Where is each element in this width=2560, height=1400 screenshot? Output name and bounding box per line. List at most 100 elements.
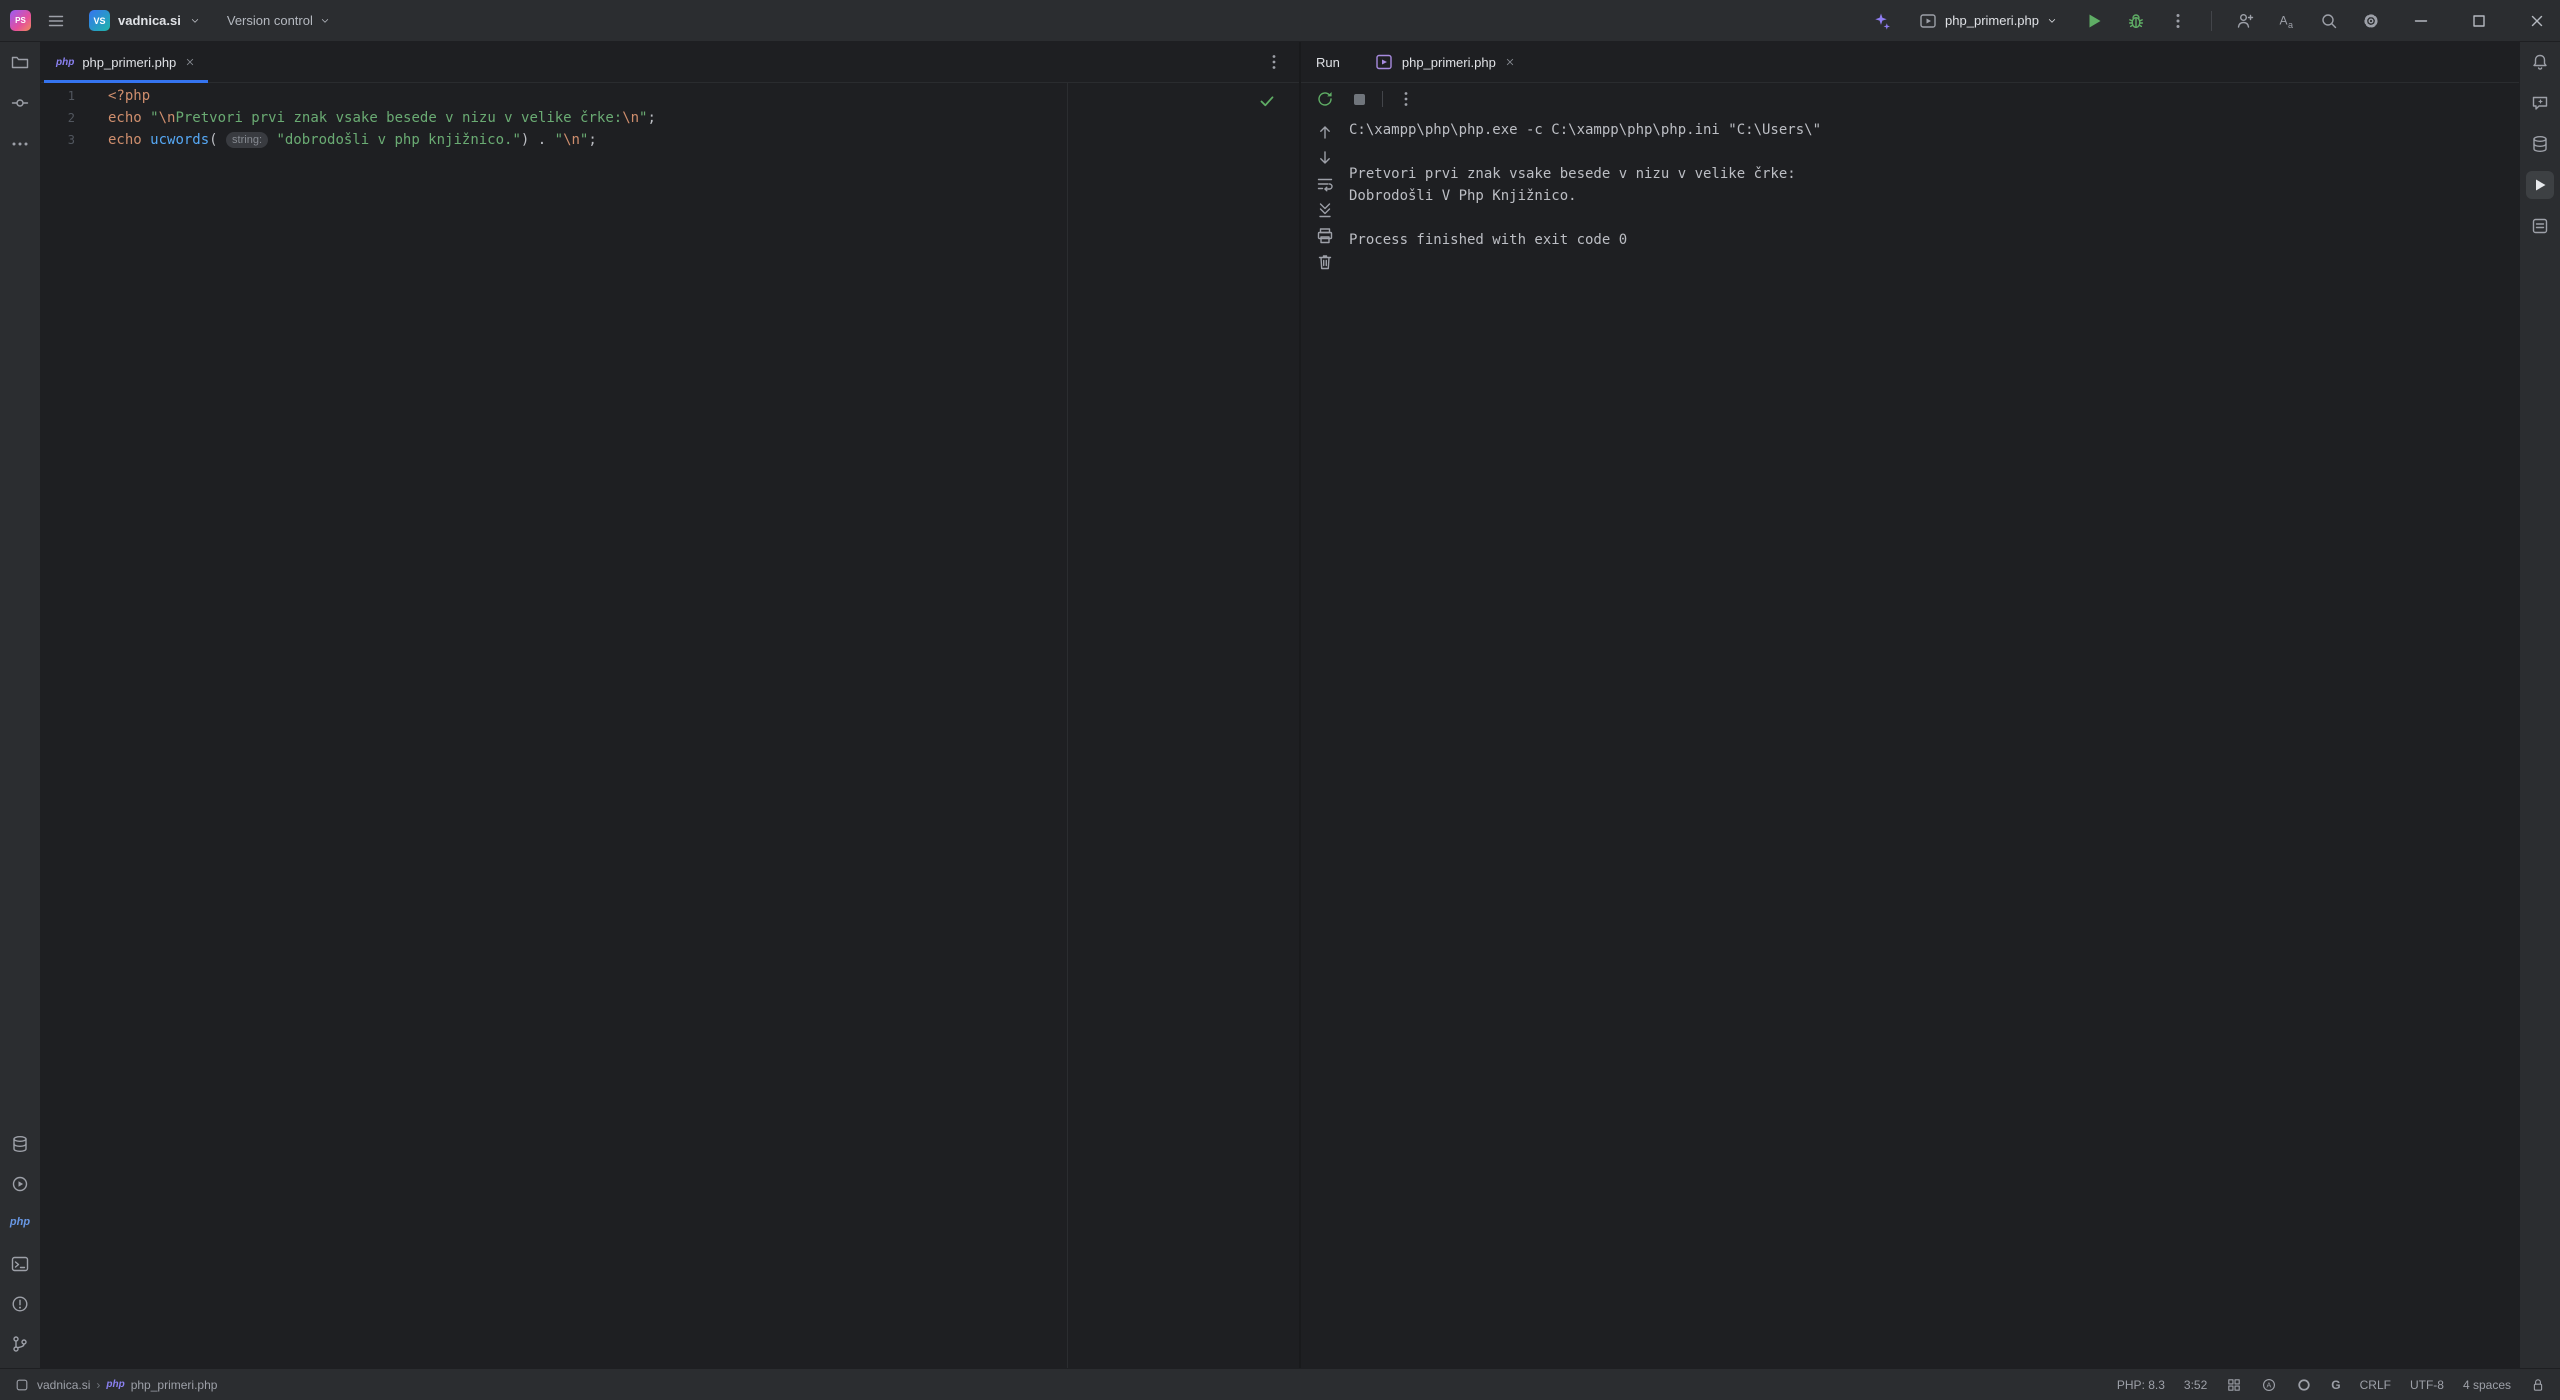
- svg-text:A: A: [2280, 13, 2288, 27]
- problems-toolwindow-button[interactable]: [6, 1290, 34, 1318]
- run-more-options-button[interactable]: [1395, 88, 1417, 110]
- code-editor[interactable]: 123 <?php echo "\nPretvori prvi znak vsak…: [41, 83, 1299, 1368]
- run-config-label: php_primeri.php: [1945, 13, 2039, 28]
- structure-icon: [2532, 218, 2548, 234]
- titlebar-separator: [2211, 10, 2212, 31]
- rerun-button[interactable]: [1314, 88, 1336, 110]
- terminal-toolwindow-button[interactable]: [6, 1250, 34, 1278]
- close-tab-button[interactable]: [184, 56, 196, 68]
- debug-button[interactable]: [2121, 6, 2151, 36]
- donut-icon: [2298, 1378, 2310, 1391]
- chevron-down-icon: [321, 18, 328, 23]
- print-button[interactable]: [1314, 225, 1336, 247]
- php-version-status[interactable]: PHP: 8.3: [2117, 1378, 2165, 1392]
- line-number[interactable]: 3: [41, 129, 108, 151]
- more-tool-windows-button[interactable]: [6, 130, 34, 158]
- ai-assistant-button[interactable]: [1867, 6, 1897, 36]
- git-toolwindow-button[interactable]: [6, 1330, 34, 1358]
- play-icon: [2089, 14, 2101, 27]
- spellcheck-status-button[interactable]: A: [2261, 1377, 2277, 1393]
- encoding-status[interactable]: UTF-8: [2410, 1378, 2444, 1392]
- code-line: <?php: [108, 88, 151, 104]
- database-toolwindow-button-right[interactable]: [2526, 130, 2554, 158]
- commit-icon: [11, 99, 29, 107]
- minimize-icon: [2414, 19, 2428, 22]
- column-grid-status-button[interactable]: [2226, 1377, 2242, 1393]
- kebab-icon: [1404, 92, 1408, 106]
- project-widget[interactable]: VS vadnica.si: [81, 6, 209, 35]
- ai-chat-icon: [2532, 96, 2548, 110]
- rerun-icon: [1318, 92, 1332, 106]
- console-output[interactable]: C:\xampp\php\php.exe -c C:\xampp\php\php…: [1349, 115, 2519, 1368]
- editor-tab-label: php_primeri.php: [82, 54, 177, 70]
- run-body: C:\xampp\php\php.exe -c C:\xampp\php\php…: [1301, 115, 2519, 1368]
- main-menu-button[interactable]: [41, 6, 71, 36]
- ai-assistant-toolwindow-button[interactable]: [2526, 89, 2554, 117]
- chevron-down-icon: [191, 18, 198, 23]
- soft-wrap-button[interactable]: [1314, 173, 1336, 195]
- translate-icon: Aa: [2280, 13, 2294, 30]
- clear-all-button[interactable]: [1314, 251, 1336, 273]
- indent-status[interactable]: 4 spaces: [2463, 1378, 2511, 1392]
- line-separator-status[interactable]: CRLF: [2360, 1378, 2391, 1392]
- run-toolwindow-title[interactable]: Run: [1316, 55, 1340, 70]
- run-header: Run php_primeri.php: [1301, 42, 2519, 83]
- line-number[interactable]: 2: [41, 107, 108, 129]
- close-icon: [2531, 15, 2543, 26]
- editor-tab-php-primeri[interactable]: php php_primeri.php: [44, 42, 209, 83]
- highlighting-level-status-button[interactable]: [2296, 1377, 2312, 1393]
- minimize-button[interactable]: [2398, 0, 2444, 42]
- git-branch-icon: [13, 1336, 27, 1352]
- commit-toolwindow-button[interactable]: [6, 89, 34, 117]
- bell-icon: [2533, 54, 2547, 70]
- line-number[interactable]: 1: [41, 85, 108, 107]
- breadcrumb-separator: ›: [96, 1377, 101, 1392]
- database-icon: [2533, 136, 2547, 152]
- run-tab-php-primeri[interactable]: php_primeri.php: [1362, 42, 1528, 82]
- project-avatar: VS: [89, 10, 110, 31]
- inspections-widget[interactable]: [1257, 91, 1277, 111]
- editor-pane: php php_primeri.php 123 <?php echo "\nPre…: [41, 42, 1301, 1368]
- code-line: echo ucwords( string: "dobrodošli v php …: [108, 132, 597, 148]
- hamburger-icon: [48, 15, 64, 26]
- breadcrumb-file[interactable]: php_primeri.php: [131, 1378, 218, 1392]
- project-toolwindow-button[interactable]: [6, 48, 34, 76]
- vcs-widget[interactable]: Version control: [219, 9, 339, 32]
- cursor-position-status[interactable]: 3:52: [2184, 1378, 2207, 1392]
- database-toolwindow-button[interactable]: [6, 1130, 34, 1158]
- bug-icon: [2128, 13, 2144, 28]
- close-window-button[interactable]: [2514, 0, 2560, 42]
- run-toolwindow-button[interactable]: [2526, 171, 2554, 199]
- settings-button[interactable]: [2356, 6, 2386, 36]
- close-run-tab-button[interactable]: [1504, 56, 1516, 68]
- stop-button[interactable]: [1348, 88, 1370, 110]
- kebab-icon: [2176, 13, 2180, 28]
- readonly-toggle-button[interactable]: [2530, 1377, 2546, 1393]
- console-line: Dobrodošli V Php Knjižnico.: [1349, 188, 1577, 204]
- run-button[interactable]: [2079, 6, 2109, 36]
- run-toolbar: [1301, 83, 2519, 115]
- run-configuration-selector[interactable]: php_primeri.php: [1909, 6, 2067, 36]
- structure-toolwindow-button[interactable]: [2526, 212, 2554, 240]
- next-occurrence-button[interactable]: [1314, 147, 1336, 169]
- code-with-me-button[interactable]: [2230, 6, 2260, 36]
- kebab-icon: [1272, 55, 1276, 69]
- run-toolwindow: Run php_primeri.php C:\xampp\php\php.exe…: [1301, 42, 2519, 1368]
- grazie-status-button[interactable]: G: [2331, 1378, 2340, 1392]
- maximize-icon: [2473, 14, 2485, 27]
- terminal-icon: [11, 1256, 29, 1272]
- console-line: Pretvori prvi znak vsake besede v nizu v…: [1349, 166, 1796, 182]
- services-toolwindow-button[interactable]: [6, 1170, 34, 1198]
- prev-occurrence-button[interactable]: [1314, 121, 1336, 143]
- more-run-actions-button[interactable]: [2163, 6, 2193, 36]
- search-everywhere-button[interactable]: [2314, 6, 2344, 36]
- maximize-button[interactable]: [2456, 0, 2502, 42]
- php-console-toolwindow-button[interactable]: php: [6, 1210, 34, 1238]
- translate-button[interactable]: Aa: [2272, 6, 2302, 36]
- breadcrumb-project[interactable]: vadnica.si: [37, 1378, 90, 1392]
- editor-tab-options-button[interactable]: [1259, 47, 1289, 77]
- scroll-to-end-button[interactable]: [1314, 199, 1336, 221]
- notifications-button[interactable]: [2526, 48, 2554, 76]
